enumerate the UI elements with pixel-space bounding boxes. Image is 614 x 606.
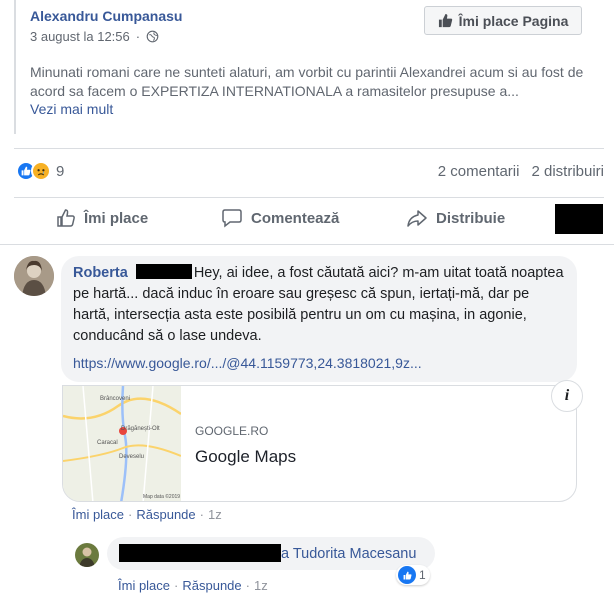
share-button[interactable]: Distribuie: [406, 208, 505, 228]
like-button[interactable]: Îmi place: [56, 208, 148, 228]
comment-author[interactable]: Roberta: [73, 265, 128, 281]
like-page-button[interactable]: Îmi place Pagina: [424, 6, 582, 35]
reply-actions: Îmi place · Răspunde · 1z: [118, 578, 268, 593]
like-page-label: Îmi place Pagina: [458, 12, 569, 29]
comment-icon: [222, 209, 242, 228]
share-icon: [407, 210, 427, 227]
separator: ·: [128, 507, 133, 522]
like-icon: [398, 566, 416, 584]
shares-count[interactable]: 2 distribuiri: [531, 163, 604, 180]
sad-icon: [31, 161, 51, 181]
reply-reactions[interactable]: 1: [396, 565, 430, 585]
comment-label: Comentează: [251, 209, 340, 227]
comment-time[interactable]: 1z: [208, 507, 222, 522]
post-meta: 3 august la 12:56 ·: [30, 29, 159, 44]
divider: [14, 148, 604, 149]
reply-reaction-count: 1: [419, 568, 426, 582]
comment-link[interactable]: https://www.google.ro/.../@44.1159773,24…: [73, 355, 422, 371]
share-label: Distribuie: [436, 209, 506, 227]
avatar[interactable]: [14, 256, 54, 296]
comment-reply-link[interactable]: Răspunde: [136, 507, 195, 522]
map-label: Deveselu: [119, 454, 144, 460]
link-preview-card[interactable]: Brâncoveni Drăgănești-Olt Caracal Devese…: [62, 385, 577, 502]
reactions-summary[interactable]: 9: [16, 161, 64, 181]
see-more-link[interactable]: Vezi mai mult: [30, 101, 113, 117]
reply-reply-link[interactable]: Răspunde: [182, 578, 241, 593]
comment-button[interactable]: Comentează: [221, 208, 339, 228]
shared-post: Alexandru Cumpanasu 3 august la 12:56 · …: [14, 0, 610, 134]
info-icon[interactable]: i: [551, 380, 583, 412]
comment-like-link[interactable]: Îmi place: [72, 507, 124, 522]
globe-icon: [146, 30, 159, 43]
redaction-box: [119, 544, 281, 562]
avatar[interactable]: [75, 543, 99, 567]
map-label: Brâncoveni: [100, 396, 130, 402]
post-text: Minunati romani care ne sunteti alaturi,…: [30, 64, 584, 99]
redaction-box: [135, 264, 192, 279]
meta-separator: ·: [135, 29, 141, 44]
separator: ·: [245, 578, 250, 593]
divider: [0, 244, 614, 245]
like-label: Îmi place: [84, 209, 149, 227]
reply-author[interactable]: a Tudorita Macesanu: [281, 546, 416, 562]
map-label: Map data ©2019: [143, 493, 180, 500]
reply-like-link[interactable]: Îmi place: [118, 578, 170, 593]
map-label: Drăgănești-Olt: [121, 426, 160, 432]
post-counts: 2 comentarii 2 distribuiri: [438, 163, 604, 180]
reaction-count: 9: [56, 162, 65, 180]
post-author[interactable]: Alexandru Cumpanasu: [30, 8, 182, 24]
reply-bubble: a Tudorita Macesanu: [107, 537, 435, 570]
comment-actions: Îmi place · Răspunde · 1z: [72, 507, 222, 522]
comment-body: Roberta Hey, ai idee, a fost căutată aic…: [73, 263, 568, 347]
comments-count[interactable]: 2 comentarii: [438, 163, 520, 180]
divider: [14, 197, 604, 198]
action-bar: Îmi place Comentează Distribuie: [0, 200, 614, 240]
reply-time[interactable]: 1z: [254, 578, 268, 593]
post-timestamp[interactable]: 3 august la 12:56: [30, 29, 130, 44]
separator: ·: [199, 507, 204, 522]
preview-title: Google Maps: [195, 447, 297, 466]
comment-bubble: Roberta Hey, ai idee, a fost căutată aic…: [61, 256, 577, 382]
map-label: Caracal: [97, 440, 118, 446]
preview-domain: GOOGLE.RO: [195, 424, 269, 438]
redaction-box: [555, 204, 603, 234]
thumbs-up-icon: [438, 13, 452, 28]
thumbs-up-icon: [57, 209, 75, 227]
separator: ·: [174, 578, 179, 593]
map-thumbnail: Brâncoveni Drăgănești-Olt Caracal Devese…: [63, 386, 182, 501]
